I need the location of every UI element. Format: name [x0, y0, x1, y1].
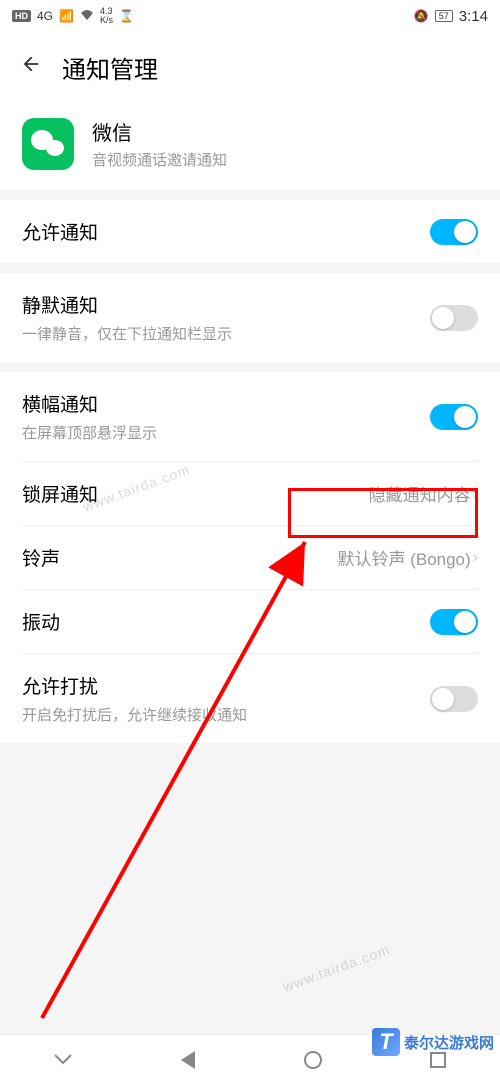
chevron-right-icon: ›: [473, 485, 478, 503]
allow-notify-toggle[interactable]: [430, 219, 478, 245]
app-info: 微信 音视频通话邀请通知: [20, 117, 480, 170]
disturb-toggle[interactable]: [430, 686, 478, 712]
clock: 3:14: [459, 8, 488, 25]
disturb-title: 允许打扰: [22, 672, 430, 699]
disturb-subtitle: 开启免打扰后，允许继续接收通知: [22, 704, 430, 725]
signal-icon: 📶: [59, 9, 74, 23]
hourglass-icon: ⌛: [119, 9, 134, 23]
net-4g: 4G: [37, 9, 53, 23]
watermark-text: 泰尔达游戏网: [404, 1032, 494, 1053]
hd-icon: HD: [12, 10, 31, 22]
chevron-right-icon: ›: [473, 549, 478, 567]
section-allow: 允许通知: [0, 200, 500, 263]
mute-icon: 🔕: [414, 9, 429, 23]
section-main: 横幅通知 在屏幕顶部悬浮显示 锁屏通知 隐藏通知内容 › 铃声 默认铃声 (Bo…: [0, 372, 500, 743]
watermark-logo: T: [372, 1028, 400, 1056]
banner-title: 横幅通知: [22, 390, 430, 417]
app-name: 微信: [92, 117, 227, 146]
lockscreen-value: 隐藏通知内容 ›: [369, 481, 478, 506]
lockscreen-title: 锁屏通知: [22, 480, 369, 507]
watermark-url: www.tairda.com: [281, 941, 392, 995]
silent-toggle[interactable]: [430, 305, 478, 331]
wechat-icon: [22, 118, 74, 170]
silent-title: 静默通知: [22, 291, 430, 318]
status-bar: HD 4G 📶 4.3 K/s ⌛ 🔕 57 3:14: [0, 0, 500, 32]
back-button[interactable]: [20, 53, 42, 82]
header: 通知管理 微信 音视频通话邀请通知: [0, 32, 500, 190]
nav-back-icon[interactable]: [177, 1049, 199, 1071]
status-left: HD 4G 📶 4.3 K/s ⌛: [12, 7, 134, 25]
watermark: T 泰尔达游戏网: [372, 1028, 494, 1056]
status-right: 🔕 57 3:14: [414, 8, 488, 25]
battery-icon: 57: [435, 10, 453, 22]
row-allow-notify[interactable]: 允许通知: [0, 200, 500, 263]
app-subtitle: 音视频通话邀请通知: [92, 149, 227, 170]
ringtone-title: 铃声: [22, 544, 337, 571]
row-banner[interactable]: 横幅通知 在屏幕顶部悬浮显示: [0, 372, 500, 461]
ringtone-value: 默认铃声 (Bongo) ›: [337, 545, 478, 570]
allow-notify-title: 允许通知: [22, 218, 430, 245]
net-speed: 4.3 K/s: [100, 7, 113, 25]
banner-subtitle: 在屏幕顶部悬浮显示: [22, 422, 430, 443]
row-silent[interactable]: 静默通知 一律静音，仅在下拉通知栏显示: [0, 273, 500, 362]
row-disturb[interactable]: 允许打扰 开启免打扰后，允许继续接收通知: [0, 654, 500, 743]
vibrate-title: 振动: [22, 608, 430, 635]
row-lockscreen[interactable]: 锁屏通知 隐藏通知内容 ›: [0, 462, 500, 525]
banner-toggle[interactable]: [430, 404, 478, 430]
page-title: 通知管理: [62, 50, 158, 85]
nav-down-icon[interactable]: [52, 1049, 74, 1071]
wifi-icon: [80, 9, 94, 24]
nav-home-icon[interactable]: [302, 1049, 324, 1071]
row-ringtone[interactable]: 铃声 默认铃声 (Bongo) ›: [0, 526, 500, 589]
section-silent: 静默通知 一律静音，仅在下拉通知栏显示: [0, 273, 500, 362]
row-vibrate[interactable]: 振动: [0, 590, 500, 653]
vibrate-toggle[interactable]: [430, 609, 478, 635]
silent-subtitle: 一律静音，仅在下拉通知栏显示: [22, 323, 430, 344]
